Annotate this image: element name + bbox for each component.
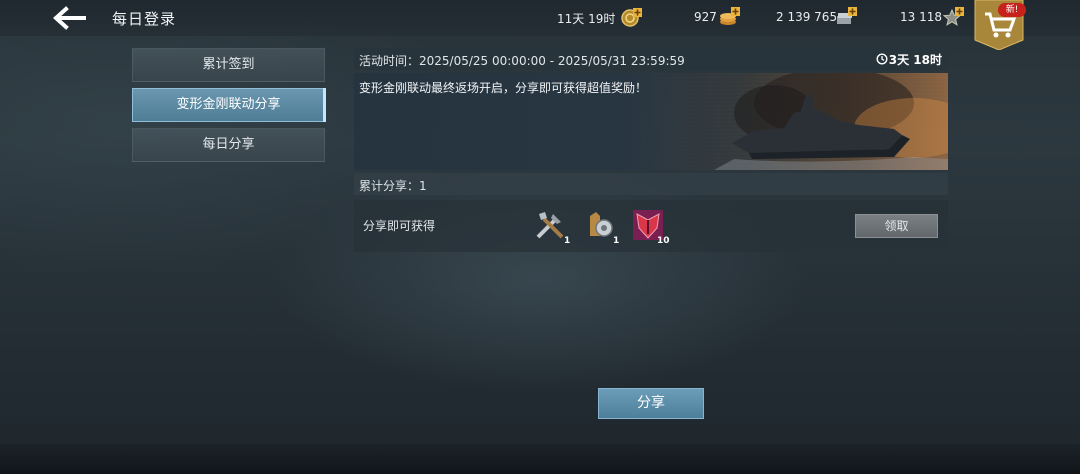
tab-transformers-share[interactable]: 变形金刚联动分享 (132, 88, 326, 122)
star-icon[interactable] (942, 6, 964, 28)
new-badge: 新! (998, 3, 1026, 17)
reward-qty: 10 (657, 236, 670, 246)
silver-value: 2 139 765 (776, 10, 838, 24)
reward-row: 分享即可获得 1 1 10 领取 (354, 200, 948, 252)
reward-qty: 1 (613, 236, 620, 246)
repair-tools-icon[interactable] (533, 208, 567, 242)
claim-button[interactable]: 领取 (855, 214, 938, 238)
countdown: 3天 18时 (888, 53, 942, 67)
back-button[interactable] (48, 4, 90, 32)
bottom-strip (0, 444, 1080, 474)
event-banner: 变形金刚联动最终返场开启，分享即可获得超值奖励！ (354, 73, 948, 170)
clock-icon (876, 53, 888, 65)
share-button[interactable]: 分享 (598, 388, 704, 419)
event-time-row: 活动时间：2025/05/25 00:00:00 - 2025/05/31 23… (354, 48, 948, 70)
star-value: 13 118 (900, 10, 942, 24)
gold-medal-icon[interactable] (620, 6, 642, 28)
tab-daily-share[interactable]: 每日分享 (132, 128, 325, 162)
share-count: 累计分享：1 (359, 179, 427, 193)
reward-qty: 1 (564, 236, 571, 246)
back-arrow-icon (53, 6, 86, 30)
top-bar: 每日登录 11天 19时 927 2 139 765 13 118 新! (0, 0, 1080, 51)
banner-text: 变形金刚联动最终返场开启，分享即可获得超值奖励！ (359, 81, 648, 95)
share-count-row: 累计分享：1 (354, 173, 948, 195)
tab-cumulative-checkin[interactable]: 累计签到 (132, 48, 325, 82)
page-title: 每日登录 (112, 10, 177, 28)
coin-value: 927 (694, 10, 717, 24)
event-time: 活动时间：2025/05/25 00:00:00 - 2025/05/31 23… (359, 54, 685, 68)
silver-stack-icon[interactable] (835, 6, 857, 28)
coin-stack-icon[interactable] (718, 6, 740, 28)
shell-part-icon[interactable] (582, 208, 616, 242)
reward-label: 分享即可获得 (363, 219, 436, 233)
vip-time-value: 11天 19时 (557, 12, 616, 26)
